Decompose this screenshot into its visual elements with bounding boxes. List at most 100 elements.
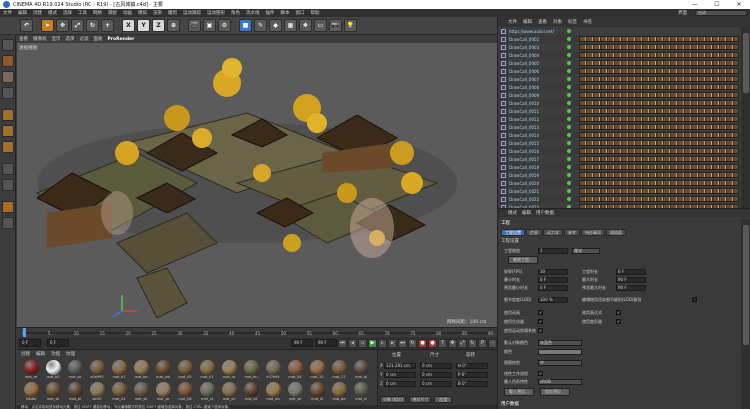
prev-frame-icon[interactable]: ◃	[358, 338, 367, 348]
material-tags[interactable]	[579, 44, 739, 50]
maximize-button[interactable]: ☐	[706, 1, 728, 8]
object-menu-item[interactable]: 查看	[538, 19, 547, 25]
rotation-h-field[interactable]: H 0°	[456, 362, 488, 369]
material-swatch[interactable]: mat_se	[285, 382, 305, 403]
object-name[interactable]: DrawCall_0019	[509, 173, 565, 178]
max-time-input[interactable]: 90 F	[616, 276, 646, 283]
attribute-tab[interactable]: 信息	[526, 229, 542, 236]
viewport-menu-item[interactable]: 面板	[94, 36, 103, 42]
object-row[interactable]: DrawCall_0020	[498, 179, 741, 187]
light-icon[interactable]: 💡	[344, 19, 357, 32]
preview-max-input[interactable]: 90 F	[616, 284, 646, 291]
object-name[interactable]: DrawCall_0003	[509, 45, 565, 50]
loop-icon[interactable]: ↻	[408, 338, 417, 348]
select-tool-icon[interactable]: ➤	[41, 19, 54, 32]
material-swatch[interactable]: mat_sv	[219, 382, 239, 403]
material-tags[interactable]	[579, 180, 739, 186]
tweak-mode-icon[interactable]	[2, 179, 14, 191]
position-key-icon[interactable]: ✥	[448, 338, 457, 348]
subdivision-icon[interactable]: ◆	[269, 19, 282, 32]
object-name[interactable]: DrawCall_0005	[509, 61, 565, 66]
texture-mode-icon[interactable]	[2, 71, 14, 83]
material-swatch[interactable]: mat_27	[329, 360, 349, 381]
object-row[interactable]: DrawCall_0010	[498, 99, 741, 107]
deformer-icon[interactable]: ❖	[299, 19, 312, 32]
visibility-dot-icon[interactable]	[567, 53, 571, 57]
material-swatch[interactable]: mat_06	[175, 382, 195, 403]
size-z-field[interactable]: 0 cm	[420, 380, 452, 387]
viewport-menu-item[interactable]: 过滤	[80, 36, 89, 42]
lod-input[interactable]: 100 %	[538, 296, 568, 303]
floor-icon[interactable]: ▭	[314, 19, 327, 32]
color-swatch[interactable]	[538, 348, 582, 355]
scene-render[interactable]	[17, 43, 497, 327]
menu-item[interactable]: 模式	[48, 10, 57, 16]
apply-button[interactable]: 应用	[434, 396, 453, 403]
material-menu-item[interactable]: 编辑	[36, 351, 45, 357]
viewport-menu-item[interactable]: 查看	[19, 36, 28, 42]
material-swatch[interactable]: mat_bl	[351, 360, 371, 381]
object-name[interactable]: DrawCall_0014	[509, 133, 565, 138]
object-name[interactable]: DrawCall_0011	[509, 109, 565, 114]
motion-system-checkbox[interactable]: ✓	[538, 328, 543, 333]
attribute-menu-item[interactable]: 模式	[508, 210, 517, 216]
object-row[interactable]: DrawCall_0021	[498, 187, 741, 195]
attribute-tab[interactable]: 待办事项	[581, 229, 605, 236]
material-swatch[interactable]: mat_05	[175, 360, 195, 381]
object-name[interactable]: DrawCall_0012	[509, 117, 565, 122]
position-y-field[interactable]: 0 cm	[384, 371, 416, 378]
material-swatch[interactable]: mat_bt	[241, 382, 261, 403]
menu-item[interactable]: 编辑	[18, 10, 27, 16]
size-x-field[interactable]: 0 cm	[420, 362, 452, 369]
material-swatch[interactable]: mat_re	[21, 360, 41, 381]
visibility-dot-icon[interactable]	[567, 69, 571, 73]
object-name[interactable]: DrawCall_0018	[509, 165, 565, 170]
scale-tool-icon[interactable]: ⤢	[71, 19, 84, 32]
object-name[interactable]: DrawCall_0010	[509, 101, 565, 106]
material-swatch[interactable]: mat_wi	[43, 382, 63, 403]
material-tags[interactable]	[579, 196, 739, 202]
min-time-input[interactable]: 0 F	[538, 276, 568, 283]
object-row[interactable]: DrawCall_0022	[498, 195, 741, 203]
size-y-field[interactable]: 0 cm	[420, 371, 452, 378]
material-tags[interactable]	[579, 52, 739, 58]
visibility-dot-icon[interactable]	[567, 37, 571, 41]
material-tags[interactable]	[579, 92, 739, 98]
render-picture-viewer-icon[interactable]: ▣	[203, 19, 216, 32]
attribute-tab[interactable]: 帧插值	[606, 229, 626, 236]
object-row[interactable]: DrawCall_0012	[498, 115, 741, 123]
use-expressions-checkbox[interactable]: ✓	[616, 310, 621, 315]
object-row[interactable]: DrawCall_0003	[498, 43, 741, 51]
object-menu-item[interactable]: 编辑	[523, 19, 532, 25]
unit-select[interactable]: 厘米	[572, 247, 600, 254]
object-row[interactable]: DrawCall_0007	[498, 75, 741, 83]
viewport-menu-item[interactable]: 选项	[66, 36, 75, 42]
next-key-icon[interactable]: ▸	[388, 338, 397, 348]
start-frame-field[interactable]: 0 F	[19, 339, 41, 347]
attribute-tab[interactable]: 动力学	[543, 229, 563, 236]
max-frame-field[interactable]: 90 F	[315, 339, 337, 347]
rotation-b-field[interactable]: B 0°	[456, 380, 488, 387]
object-row[interactable]: DrawCall_0016	[498, 147, 741, 155]
y-axis-lock-button[interactable]: Y	[137, 19, 150, 32]
x-axis-lock-button[interactable]: X	[122, 19, 135, 32]
visibility-dot-icon[interactable]	[567, 157, 571, 161]
attribute-scrollbar[interactable]	[741, 219, 750, 409]
menu-item[interactable]: 雕刻	[168, 10, 177, 16]
layout-select[interactable]: 启动	[695, 10, 747, 16]
object-row[interactable]: DrawCall_0013	[498, 123, 741, 131]
z-axis-lock-button[interactable]: Z	[152, 19, 165, 32]
material-menu-item[interactable]: 纹理	[66, 351, 75, 357]
object-name[interactable]: DrawCall_0008	[509, 85, 565, 90]
menu-item[interactable]: 工具	[78, 10, 87, 16]
visibility-dot-icon[interactable]	[567, 85, 571, 89]
object-name[interactable]: DrawCall_0015	[509, 141, 565, 146]
visibility-dot-icon[interactable]	[567, 181, 571, 185]
renderer-label[interactable]: ProRender	[108, 37, 135, 42]
object-row[interactable]: DrawCall_0019	[498, 171, 741, 179]
render-lod-checkbox[interactable]	[692, 297, 697, 302]
object-row[interactable]: DrawCall_0002	[498, 35, 741, 43]
object-menu-item[interactable]: 标签	[568, 19, 577, 25]
object-row[interactable]: DrawCall_0009	[498, 91, 741, 99]
visibility-dot-icon[interactable]	[567, 45, 571, 49]
